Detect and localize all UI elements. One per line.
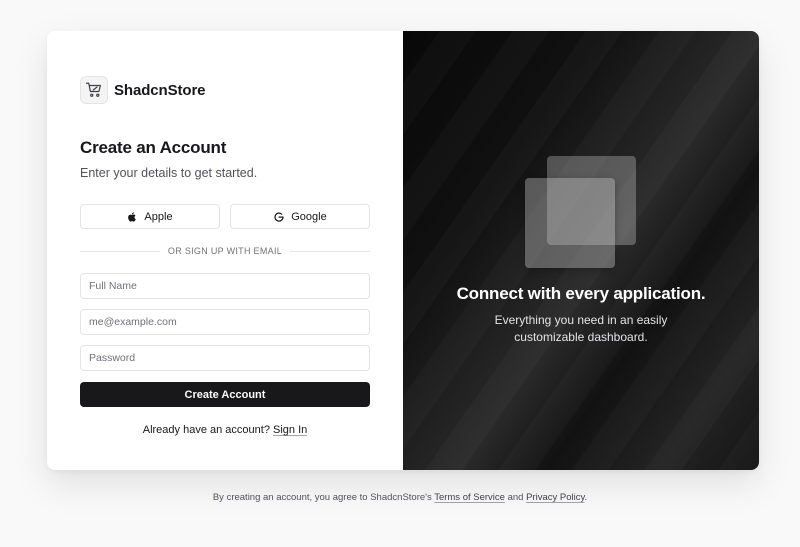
google-signup-button[interactable]: Google [230, 204, 370, 229]
apple-signup-button[interactable]: Apple [80, 204, 220, 229]
signup-card: ShadcnStore Create an Account Enter your… [47, 31, 759, 470]
footer-and: and [507, 492, 524, 503]
brand-name: ShadcnStore [114, 81, 206, 99]
hero-panel: Connect with every application. Everythi… [403, 31, 759, 470]
hero-subtitle: Everything you need in an easily customi… [494, 313, 668, 344]
hero-title: Connect with every application. [456, 284, 706, 303]
divider-line [80, 250, 160, 252]
google-button-label: Google [291, 210, 327, 223]
brand[interactable]: ShadcnStore [80, 76, 206, 104]
create-account-button[interactable]: Create Account [80, 382, 370, 407]
shopping-cart-icon [80, 76, 108, 104]
signin-link[interactable]: Sign In [273, 424, 307, 436]
apple-button-label: Apple [144, 210, 173, 223]
divider-line [290, 250, 370, 252]
hero-square-front [525, 178, 615, 268]
signin-row: Already have an account? Sign In [80, 424, 370, 436]
apple-icon [127, 211, 138, 223]
footer-text: By creating an account, you agree to Sha… [212, 492, 432, 503]
full-name-input[interactable] [80, 273, 370, 299]
signup-form-panel: ShadcnStore Create an Account Enter your… [47, 31, 403, 470]
footer-period: . [584, 492, 588, 503]
google-icon [273, 211, 285, 223]
legal-footer: By creating an account, you agree to Sha… [0, 492, 800, 503]
email-input[interactable] [80, 309, 370, 335]
email-divider: OR SIGN UP WITH EMAIL [80, 245, 370, 257]
divider-text: OR SIGN UP WITH EMAIL [167, 246, 283, 256]
signin-prompt: Already have an account? [142, 424, 270, 436]
page-title: Create an Account [80, 138, 227, 157]
page-subtitle: Enter your details to get started. [80, 166, 258, 180]
terms-link[interactable]: Terms of Service [434, 492, 505, 503]
privacy-link[interactable]: Privacy Policy [526, 492, 584, 503]
password-input[interactable] [80, 345, 370, 371]
